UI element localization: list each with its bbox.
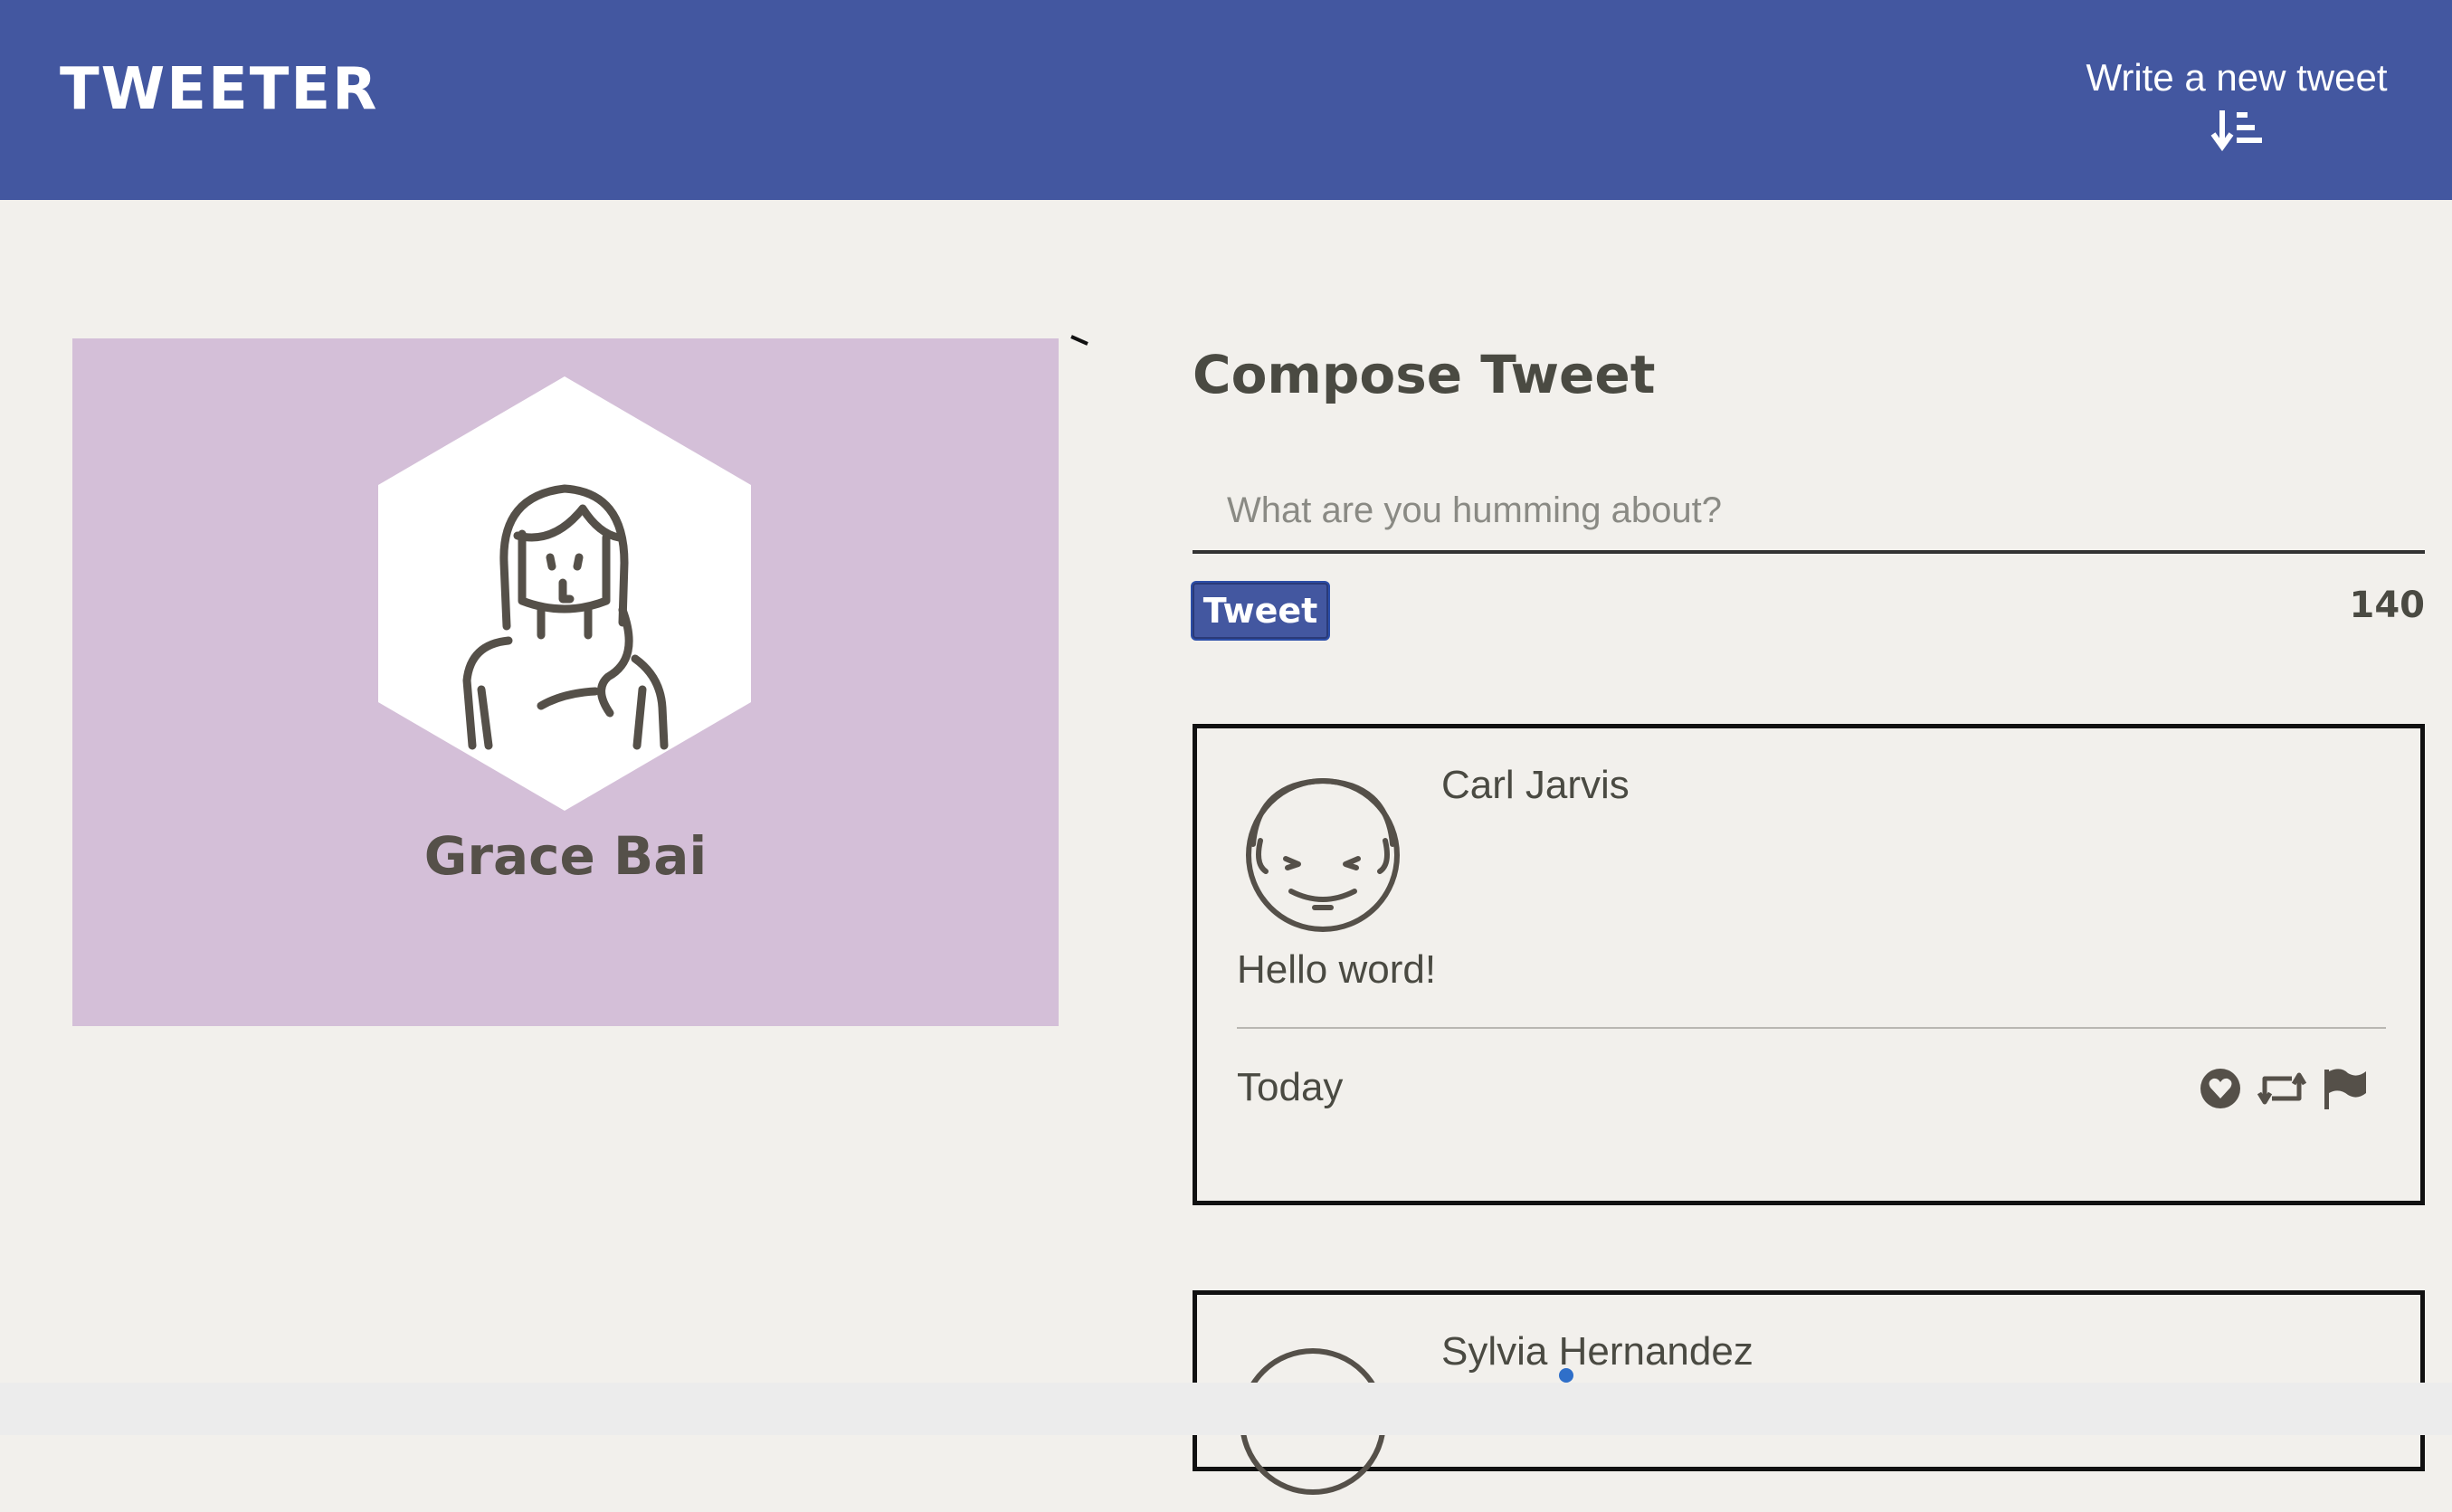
profile-name: Grace Bai — [423, 825, 708, 887]
divider — [1237, 1027, 2386, 1029]
character-counter: 140 — [2349, 585, 2426, 626]
tweet-input[interactable] — [1193, 471, 2425, 554]
tweet-card: Carl Jarvis Hello word! Today — [1193, 724, 2425, 1205]
tweet-timestamp: Today — [1237, 1065, 1344, 1109]
tweet-text: Hello word! — [1237, 947, 1437, 992]
bottom-strip — [0, 1383, 2452, 1435]
cursor-indicator — [1559, 1368, 1573, 1383]
write-new-tweet-label: Write a new tweet — [2086, 56, 2388, 99]
sort-down-icon — [2210, 110, 2262, 152]
app-logo[interactable]: TWEETER — [60, 56, 378, 123]
compose-title: Compose Tweet — [1193, 344, 1656, 405]
profile-card: Grace Bai — [72, 338, 1059, 1026]
tweet-author[interactable]: Sylvia Hernandez — [1441, 1329, 1753, 1374]
heart-icon[interactable] — [2200, 1065, 2241, 1112]
write-new-tweet-link[interactable]: Write a new tweet — [2074, 56, 2400, 152]
flag-icon[interactable] — [2323, 1065, 2368, 1112]
tweet-card: Sylvia Hernandez — [1193, 1290, 2425, 1495]
tweet-author[interactable]: Carl Jarvis — [1441, 763, 1630, 808]
tweet-button[interactable]: Tweet — [1193, 583, 1328, 639]
top-navigation-bar: TWEETER Write a new tweet — [0, 0, 2452, 200]
woman-avatar-icon — [378, 376, 751, 811]
stray-mark — [1070, 335, 1088, 346]
man-avatar-icon — [1246, 778, 1400, 932]
retweet-icon[interactable] — [2256, 1065, 2308, 1112]
tweet-actions — [2200, 1065, 2399, 1119]
